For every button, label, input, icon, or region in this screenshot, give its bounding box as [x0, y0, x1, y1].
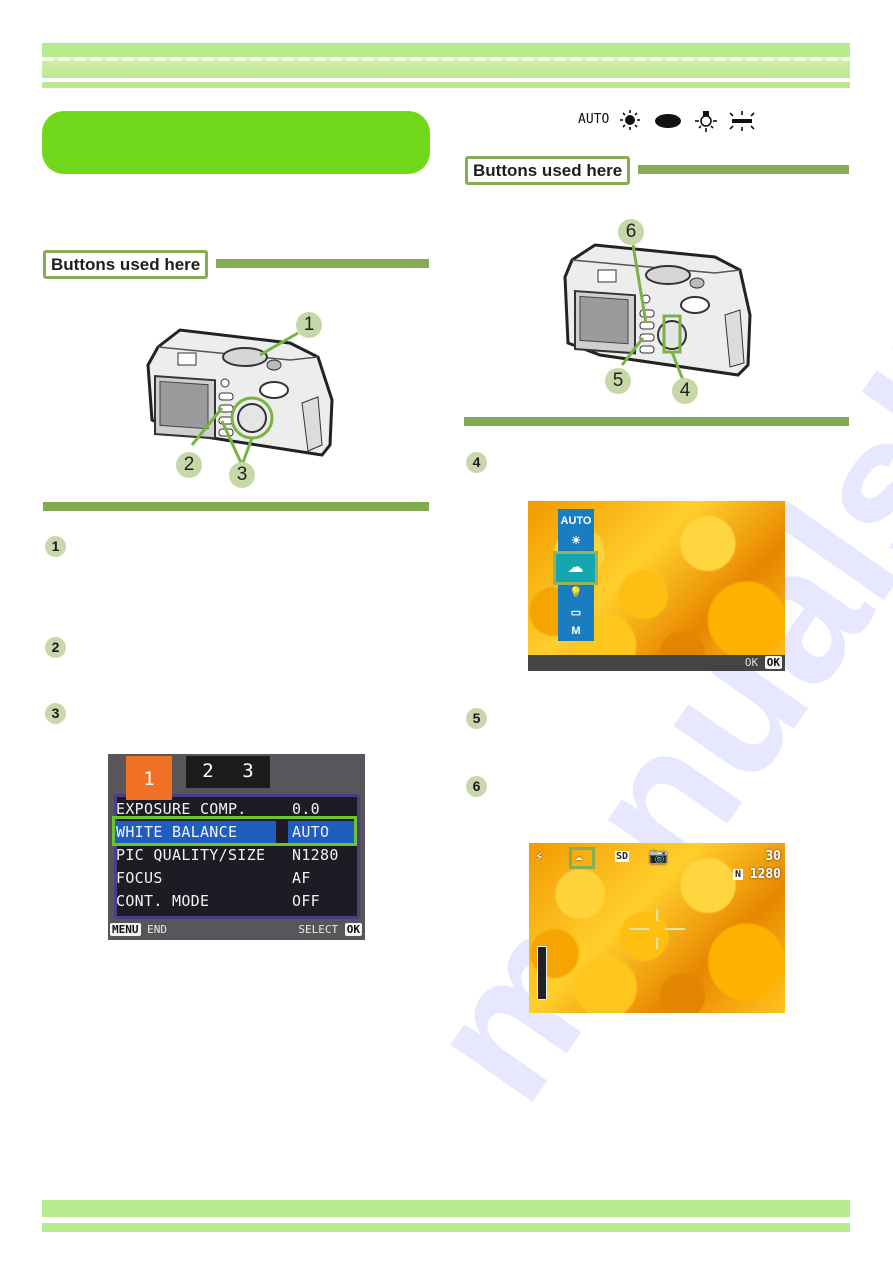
step-bullet-1: 1: [45, 536, 66, 557]
shots-remaining: 30: [765, 849, 781, 864]
step-bullet-3: 3: [45, 703, 66, 724]
flash-off-icon: ⚡: [535, 849, 544, 865]
image-size: 1280: [749, 867, 781, 882]
callout-1: 1: [296, 312, 322, 338]
zoom-bar: [537, 946, 547, 1000]
camera-menu-screen: 1 ▶ 2 3 EXPOSURE COMP.0.0 WHITE BALANCEA…: [108, 754, 365, 940]
section-divider-right: [464, 417, 849, 426]
menu-footer: MENU END SELECT OK: [108, 920, 365, 940]
callout-6: 6: [618, 219, 644, 245]
focus-frame-icon: [629, 909, 685, 949]
wb-footer: OK OK: [528, 655, 785, 671]
step-bullet-2: 2: [45, 637, 66, 658]
step-bullet-6: 6: [466, 776, 487, 797]
callout-4: 4: [672, 378, 698, 404]
quality-badge: N: [732, 869, 743, 880]
shooting-screen: ⚡ ☁ SD 📷 30 N 1280: [529, 843, 785, 1013]
callout-2: 2: [176, 452, 202, 478]
wb-selection-frame: [553, 551, 598, 585]
callout-5: 5: [605, 368, 631, 394]
cloudy-icon: [655, 114, 681, 128]
sd-card-icon: SD: [615, 851, 630, 862]
title-banner: [42, 111, 430, 174]
ok-badge: OK: [344, 923, 362, 936]
incandescent-icon: [695, 111, 717, 132]
section-rule-left: [216, 259, 429, 268]
callout-3: 3: [229, 462, 255, 488]
camera-mode-icon: 📷: [649, 847, 668, 865]
menu-tab-1: 1: [126, 756, 172, 800]
wb-option-manual: M: [571, 625, 581, 637]
section-label-left: Buttons used here: [43, 250, 209, 279]
menu-tab-3: 3: [226, 756, 270, 788]
wb-option-incandescent: 💡: [569, 587, 583, 599]
end-label: END: [147, 923, 167, 936]
section-label-right: Buttons used here: [465, 156, 631, 185]
section-divider-left: [43, 502, 429, 511]
ok-badge: OK: [764, 656, 782, 669]
menu-row: FOCUS AF: [116, 869, 311, 887]
footer-band-secondary: [42, 1223, 850, 1232]
fluorescent-icon: [729, 111, 755, 131]
wb-legend-auto: AUTO: [578, 112, 610, 127]
menu-tab-2: 2: [186, 756, 230, 788]
select-label: SELECT: [298, 923, 339, 936]
wb-legend-icons: [620, 110, 755, 132]
cloudy-wb-glyph: ☁: [575, 849, 583, 863]
outdoors-sun-icon: [620, 110, 640, 130]
header-band: [42, 43, 850, 78]
menu-row: CONT. MODE OFF: [116, 892, 320, 910]
step-bullet-5: 5: [466, 708, 487, 729]
step-bullet-4: 4: [466, 452, 487, 473]
wb-option-fluorescent: ▭: [570, 607, 582, 619]
header-band-secondary: [42, 82, 850, 88]
ok-label: OK: [744, 656, 759, 669]
section-rule-right: [638, 165, 849, 174]
menu-highlight-frame: [112, 816, 357, 846]
camera-illustration-right: [563, 243, 752, 381]
footer-band: [42, 1200, 850, 1217]
wb-select-screen: AUTO ☀ 💡 ▭ M ☁ OK OK: [528, 501, 785, 671]
wb-option-auto: AUTO: [560, 515, 592, 527]
menu-badge: MENU: [110, 923, 141, 936]
menu-row: PIC QUALITY/SIZE N1280: [116, 846, 339, 864]
wb-option-sunny: ☀: [571, 535, 581, 547]
